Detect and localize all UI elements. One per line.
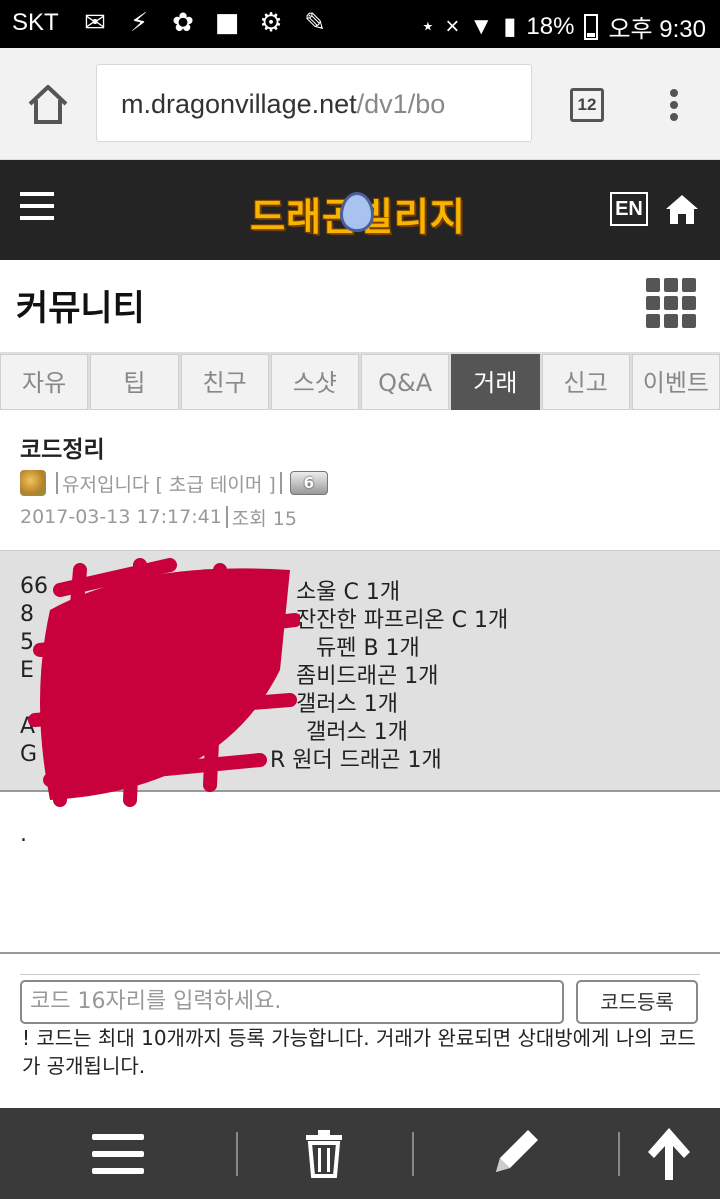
mute-icon: ×: [445, 12, 460, 40]
divider: [236, 1132, 238, 1176]
broom-icon: ✎: [304, 8, 326, 38]
browser-home-icon[interactable]: [26, 82, 70, 126]
edit-icon[interactable]: [490, 1108, 542, 1199]
vpn-icon: ⚡: [129, 8, 149, 38]
carrier-label: SKT: [12, 9, 59, 36]
clock: 오후 9:30: [608, 16, 706, 43]
site-logo[interactable]: 드래곤빌리지: [228, 178, 488, 242]
board-tabs: 자유 팁 친구 스샷 Q&A 거래 신고 이벤트: [0, 352, 720, 410]
register-code-button[interactable]: 코드등록: [576, 980, 698, 1024]
trailing-text: .: [20, 822, 27, 847]
board-header: 커뮤니티: [0, 260, 720, 352]
view-count: 조회 15: [231, 507, 297, 530]
url-bar[interactable]: m.dragonvillage.net/dv1/bo: [96, 64, 532, 142]
battery-icon: [584, 13, 599, 40]
url-path: /dv1/bo: [356, 89, 446, 119]
message-icon: ✉: [84, 8, 106, 38]
divider: [20, 974, 700, 975]
home-icon[interactable]: [664, 192, 700, 226]
divider: [618, 1132, 620, 1176]
tab-qna[interactable]: Q&A: [361, 354, 450, 410]
code-notice: ! 코드는 최대 10개까지 등록 가능합니다. 거래가 완료되면 상대방에게 …: [22, 1026, 696, 1078]
post-date: 2017-03-13 17:17:41: [20, 506, 222, 528]
post-header: 코드정리 유저입니다 [ 초급 테이머 ] 6 2017-03-13 17:17…: [0, 410, 720, 550]
level-badge: 6: [289, 471, 328, 495]
battery-percent: 18%: [526, 12, 575, 40]
tab-report[interactable]: 신고: [541, 354, 630, 410]
grid-menu-icon[interactable]: [646, 278, 696, 332]
browser-toolbar: m.dragonvillage.net/dv1/bo 12: [0, 48, 720, 160]
divider: [225, 506, 228, 528]
hamburger-menu-icon[interactable]: [20, 192, 54, 224]
app-icon: ✿: [172, 8, 194, 38]
status-bar: SKT ✉ ⚡ ✿ ■ ⚙ ✎ ⋆ × ▼ ▮ 18% 오후 9:30: [0, 0, 720, 48]
tab-free[interactable]: 자유: [0, 354, 89, 410]
wifi-icon: ▼: [469, 12, 494, 40]
bottom-action-bar: [0, 1108, 720, 1199]
egg-icon: [340, 192, 374, 232]
tab-trade[interactable]: 거래: [451, 354, 540, 410]
author-name[interactable]: 유저입니다 [ 초급 테이머 ]: [62, 470, 276, 497]
helmet-icon: ⚙: [259, 8, 283, 38]
tab-friends[interactable]: 친구: [180, 354, 269, 410]
site-header: 드래곤빌리지 EN: [0, 160, 720, 260]
language-button[interactable]: EN: [610, 192, 648, 226]
browser-menu-icon[interactable]: [660, 86, 688, 126]
notification-icons: ✉ ⚡ ✿ ■ ⚙ ✎: [78, 6, 332, 40]
divider: [412, 1132, 414, 1176]
game-icon: ■: [214, 8, 240, 38]
list-menu-icon[interactable]: [90, 1108, 146, 1199]
author-row: 유저입니다 [ 초급 테이머 ] 6: [20, 468, 328, 498]
divider: [56, 472, 58, 494]
page-title: 커뮤니티: [16, 289, 145, 329]
scroll-top-icon[interactable]: [644, 1108, 694, 1199]
post-title: 코드정리: [20, 437, 105, 463]
redaction-scribble: [28, 558, 300, 807]
trash-icon[interactable]: [304, 1108, 344, 1199]
signal-icon: ▮: [503, 13, 517, 40]
status-right: ⋆ × ▼ ▮ 18% 오후 9:30: [420, 9, 706, 44]
tab-tips[interactable]: 팁: [90, 354, 179, 410]
tab-switcher-button[interactable]: 12: [570, 88, 604, 122]
divider: [279, 472, 282, 494]
code-input[interactable]: 코드 16자리를 입력하세요.: [20, 980, 564, 1024]
code-form: 코드 16자리를 입력하세요. 코드등록 ! 코드는 최대 10개까지 등록 가…: [0, 952, 720, 1100]
url-domain: m.dragonvillage.net: [121, 89, 357, 119]
avatar: [20, 470, 46, 496]
tab-screenshots[interactable]: 스샷: [270, 354, 359, 410]
bluetooth-icon: ⋆: [420, 13, 436, 40]
tab-event[interactable]: 이벤트: [631, 354, 720, 410]
meta-row: 2017-03-13 17:17:41 조회 15: [20, 502, 297, 532]
